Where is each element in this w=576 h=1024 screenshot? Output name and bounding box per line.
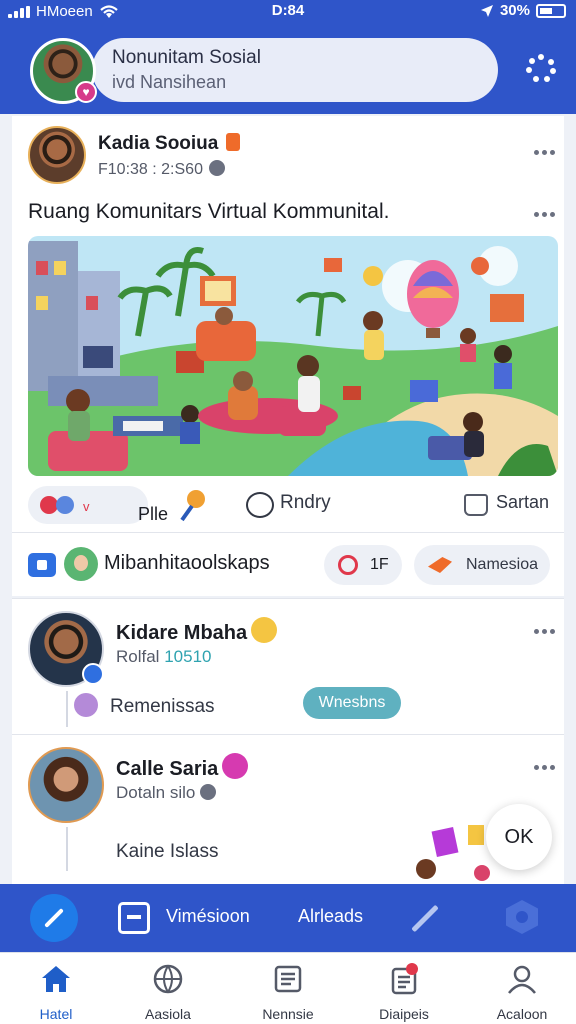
nav-home[interactable]: Hatel [6,963,106,1022]
reply-label: Rndry [280,492,331,513]
comment-meta-accent: 10510 [164,647,212,666]
action-bar: Vimésioon Alrleads [0,884,576,952]
nav-news-label: Nennsie [262,1006,314,1022]
document-icon [274,965,302,993]
smile-emoji-icon [251,617,278,643]
tag-label: Namesioa [466,556,539,573]
comment-meta-prefix: Rolfal [116,647,160,666]
pin-icon[interactable] [178,488,208,522]
reaction-label: Plle [138,504,169,524]
nav-explore[interactable]: Aasiola [118,963,218,1022]
link-icon [338,555,358,575]
nav-notifications-label: Diaipeis [379,1006,429,1022]
heart-badge-icon: ♥ [75,81,97,103]
battery-icon [536,3,566,18]
thread-line [66,827,68,871]
post-timestamp: F10:38 : 2:S60 [98,160,225,179]
post-action-bar: Plle v Rndry Sartan [12,478,564,534]
comment-body: Kaine Islass [116,841,219,862]
settings-hex-icon[interactable] [506,900,538,934]
post-text: Ruang Komunitars Virtual Kommunital. [28,200,390,223]
comment-meta: Dotaln silo [116,783,217,803]
commenter-name-text: Calle Saria [116,758,219,780]
commenter-name-text: Kidare Mbaha [116,622,248,644]
ghost-emoji-icon [74,693,98,717]
verified-badge-icon [82,663,104,685]
reaction-label-wrap: Plle v [83,495,168,524]
home-icon [42,966,70,992]
commenter-name[interactable]: Kidare Mbaha [116,617,278,645]
clipboard-icon [391,963,418,995]
share-button[interactable]: Sartan [464,492,550,516]
tag-button[interactable]: Namesioa [414,545,550,585]
post-card: Kadia Sooiua F10:38 : 2:S60 Ruang Komuni… [12,116,564,596]
thumbs-up-icon [464,494,488,516]
link-count-button[interactable]: 1F [324,545,402,585]
post-text-more-icon[interactable] [534,204,558,217]
globe-icon [200,784,217,800]
action-label-1[interactable]: Vimésioon [166,906,250,927]
globe-icon [208,160,225,176]
nav-notifications[interactable]: Diaipeis [354,963,454,1022]
share-label: Sartan [496,492,550,512]
commenter-avatar[interactable] [28,611,104,687]
chevron-down-icon: v [83,499,90,514]
reply-button[interactable]: Rndry [246,492,331,522]
community-square-icon[interactable] [28,553,56,577]
nav-profile[interactable]: Acaloon [472,963,572,1022]
location-arrow-icon [480,4,493,17]
community-avatar[interactable] [64,547,98,581]
comment-more-icon[interactable] [534,621,558,634]
chat-fab-button[interactable]: OK [486,804,552,870]
app-header: Nonunitam Sosial ivd Nansihean ♥ [0,24,576,114]
bottom-nav: Hatel Aasiola Nennsie Diaipeis Acaloon [0,952,576,1024]
globe-icon [153,964,183,994]
compose-pencil-button[interactable] [30,894,78,942]
user-avatar[interactable]: ♥ [30,38,97,104]
comment-more-icon[interactable] [534,757,558,770]
comment-meta-text: Dotaln silo [116,783,196,802]
commenter-name[interactable]: Calle Saria [116,753,249,781]
sparkle-badge-icon [222,753,249,779]
chat-fab-label: OK [504,826,534,848]
community-title-pill[interactable]: Nonunitam Sosial ivd Nansihean [92,38,498,102]
post-illustration[interactable] [28,236,558,476]
link-count: 1F [370,556,389,573]
reaction-button[interactable]: Plle v [28,486,168,524]
comment-card: Calle Saria Dotaln silo Kaine Islass [12,734,564,884]
like-reaction-icon [56,496,74,514]
post-author-avatar[interactable] [28,126,86,184]
community-row: Mibanhitaoolskaps 1F Namesioa [12,532,564,596]
post-more-icon[interactable] [534,142,558,155]
post-author-name[interactable]: Kadia Sooiua [98,133,240,155]
bird-icon [428,557,452,573]
reply-chip[interactable]: Wnesbns [303,687,401,719]
profile-icon [508,965,536,994]
community-title: Nonunitam Sosial [112,47,261,68]
comment-body-text: Remenissas [110,696,215,717]
menu-dots-icon[interactable] [526,54,556,84]
post-author-text: Kadia Sooiua [98,133,219,154]
comment-body: Remenissas [74,693,215,718]
post-timestamp-text: F10:38 : 2:S60 [98,161,203,178]
action-label-2[interactable]: Alrleads [298,906,363,927]
pen-icon[interactable] [406,900,442,936]
nav-profile-label: Acaloon [496,1006,548,1022]
thread-line [66,691,68,727]
status-bar: HMoeen D:84 30% [0,0,576,24]
comment-bubble-icon [246,492,274,518]
commenter-avatar[interactable] [28,747,104,823]
comment-meta: Rolfal 10510 [116,647,211,667]
nav-home-label: Hatel [39,1006,73,1022]
comment-card: Kidare Mbaha Rolfal 10510 Remenissas Wne… [12,598,564,734]
window-icon[interactable] [118,902,150,934]
flag-icon [225,133,240,151]
community-name[interactable]: Mibanhitaoolskaps [104,552,270,575]
community-subtitle: ivd Nansihean [112,72,227,92]
nav-news[interactable]: Nennsie [238,963,338,1022]
battery-percent: 30% [499,2,530,19]
nav-explore-label: Aasiola [145,1006,191,1022]
